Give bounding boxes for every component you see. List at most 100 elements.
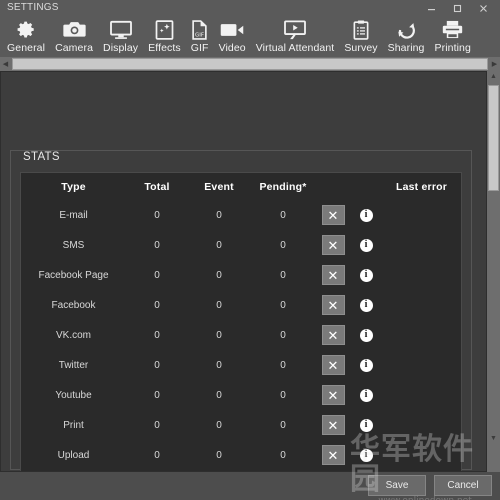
- cell-type: Facebook: [51, 299, 96, 311]
- virtual-attendant-icon: [284, 18, 306, 41]
- maximize-button[interactable]: [444, 0, 470, 16]
- toolbar-item-camera[interactable]: Camera: [50, 17, 98, 57]
- cancel-button[interactable]: Cancel: [434, 475, 492, 496]
- toolbar-item-video[interactable]: Video: [214, 17, 251, 57]
- scroll-right-arrow-icon[interactable]: ▶: [489, 57, 500, 71]
- cell-total: 0: [154, 269, 160, 281]
- table-row: Youtube 0 0 0 ✕ i: [21, 380, 461, 410]
- toolbar-item-general[interactable]: General: [2, 17, 50, 57]
- toolbar-item-gif[interactable]: GIF GIF: [186, 17, 214, 57]
- table-row: Facebook 0 0 0 ✕ i: [21, 290, 461, 320]
- table-row: Facebook Page 0 0 0 ✕ i: [21, 260, 461, 290]
- cell-type: Print: [63, 419, 84, 431]
- table-row: Upload 0 0 0 ✕ i: [21, 440, 461, 470]
- toolbar-label: General: [7, 42, 46, 54]
- clipboard-icon: [353, 18, 369, 41]
- cell-pending: 0: [280, 269, 286, 281]
- clear-row-button[interactable]: ✕: [321, 325, 345, 345]
- cell-type: Twitter: [58, 359, 89, 371]
- info-icon[interactable]: i: [359, 268, 373, 282]
- column-header-clear: [316, 173, 350, 200]
- vertical-scrollbar[interactable]: ▲ ▼: [487, 71, 500, 500]
- save-button[interactable]: Save: [368, 475, 426, 496]
- cell-event: 0: [216, 359, 222, 371]
- info-icon[interactable]: i: [359, 388, 373, 402]
- toolbar-item-display[interactable]: Display: [98, 17, 143, 57]
- cell-last-error: [382, 320, 461, 350]
- horizontal-scrollbar[interactable]: ◀ ▶: [0, 57, 500, 71]
- toolbar-item-survey[interactable]: Survey: [339, 17, 382, 57]
- stats-table: Type Total Event Pending* Last error E-m…: [21, 173, 461, 470]
- scroll-down-arrow-icon[interactable]: ▼: [487, 433, 500, 444]
- cell-last-error: [382, 440, 461, 470]
- clear-row-button[interactable]: ✕: [321, 385, 345, 405]
- cell-pending: 0: [280, 239, 286, 251]
- info-icon[interactable]: i: [359, 298, 373, 312]
- stats-group: STATS Type Total Event Pending* Last err…: [10, 150, 472, 471]
- info-icon[interactable]: i: [359, 208, 373, 222]
- settings-window: SETTINGS General Camera Display Effects …: [0, 0, 500, 500]
- cell-last-error: [382, 350, 461, 380]
- info-icon[interactable]: i: [359, 418, 373, 432]
- cell-event: 0: [216, 239, 222, 251]
- cell-last-error: [382, 260, 461, 290]
- toolbar-item-printing[interactable]: Printing: [430, 17, 476, 57]
- clear-row-button[interactable]: ✕: [321, 295, 345, 315]
- cell-total: 0: [154, 449, 160, 461]
- info-icon[interactable]: i: [359, 238, 373, 252]
- info-icon[interactable]: i: [359, 448, 373, 462]
- toolbar-label: Sharing: [387, 42, 425, 54]
- cell-type: Youtube: [55, 389, 92, 401]
- table-row: Print 0 0 0 ✕ i: [21, 410, 461, 440]
- horizontal-scroll-track[interactable]: [11, 57, 489, 71]
- cell-pending: 0: [280, 209, 286, 221]
- cell-pending: 0: [280, 299, 286, 311]
- cell-event: 0: [216, 299, 222, 311]
- cell-total: 0: [154, 359, 160, 371]
- cell-last-error: [382, 410, 461, 440]
- cell-pending: 0: [280, 329, 286, 341]
- cell-event: 0: [216, 419, 222, 431]
- scroll-left-arrow-icon[interactable]: ◀: [0, 57, 11, 71]
- column-header-last-error: Last error: [395, 181, 448, 193]
- table-row: E-mail 0 0 0 ✕ i: [21, 200, 461, 230]
- stats-panel: Type Total Event Pending* Last error E-m…: [20, 172, 462, 471]
- toolbar-item-effects[interactable]: Effects: [143, 17, 186, 57]
- toolbar-item-sharing[interactable]: Sharing: [383, 17, 430, 57]
- gear-icon: [16, 18, 37, 41]
- cell-total: 0: [154, 389, 160, 401]
- vertical-scroll-thumb[interactable]: [488, 85, 499, 191]
- column-header-pending: Pending*: [259, 181, 307, 193]
- scroll-up-arrow-icon[interactable]: ▲: [487, 71, 500, 82]
- sharing-refresh-icon: [396, 18, 417, 41]
- clear-row-button[interactable]: ✕: [321, 235, 345, 255]
- svg-text:GIF: GIF: [195, 32, 204, 38]
- title-bar: SETTINGS: [0, 0, 500, 17]
- column-header-info: [350, 173, 382, 200]
- toolbar-item-virtual-attendant[interactable]: Virtual Attendant: [251, 17, 340, 57]
- info-icon[interactable]: i: [359, 328, 373, 342]
- dialog-buttons: Save Cancel: [368, 475, 492, 496]
- clear-row-button[interactable]: ✕: [321, 355, 345, 375]
- close-button[interactable]: [470, 0, 496, 16]
- settings-toolbar: General Camera Display Effects GIF GIF V…: [0, 17, 500, 57]
- cell-event: 0: [216, 329, 222, 341]
- cell-pending: 0: [280, 389, 286, 401]
- clear-row-button[interactable]: ✕: [321, 265, 345, 285]
- cell-last-error: [382, 380, 461, 410]
- clear-row-button[interactable]: ✕: [321, 445, 345, 465]
- toolbar-label: Survey: [344, 42, 378, 54]
- clear-row-button[interactable]: ✕: [321, 415, 345, 435]
- cell-last-error: [382, 200, 461, 230]
- info-icon[interactable]: i: [359, 358, 373, 372]
- settings-content: STATS Type Total Event Pending* Last err…: [0, 71, 487, 472]
- toolbar-label: GIF: [190, 42, 209, 54]
- stats-group-header: STATS: [11, 151, 471, 172]
- effects-icon: [155, 18, 174, 41]
- cell-event: 0: [216, 389, 222, 401]
- horizontal-scroll-thumb[interactable]: [12, 58, 488, 70]
- minimize-button[interactable]: [418, 0, 444, 16]
- clear-row-button[interactable]: ✕: [321, 205, 345, 225]
- video-camera-icon: [220, 18, 244, 41]
- cell-type: E-mail: [59, 209, 88, 221]
